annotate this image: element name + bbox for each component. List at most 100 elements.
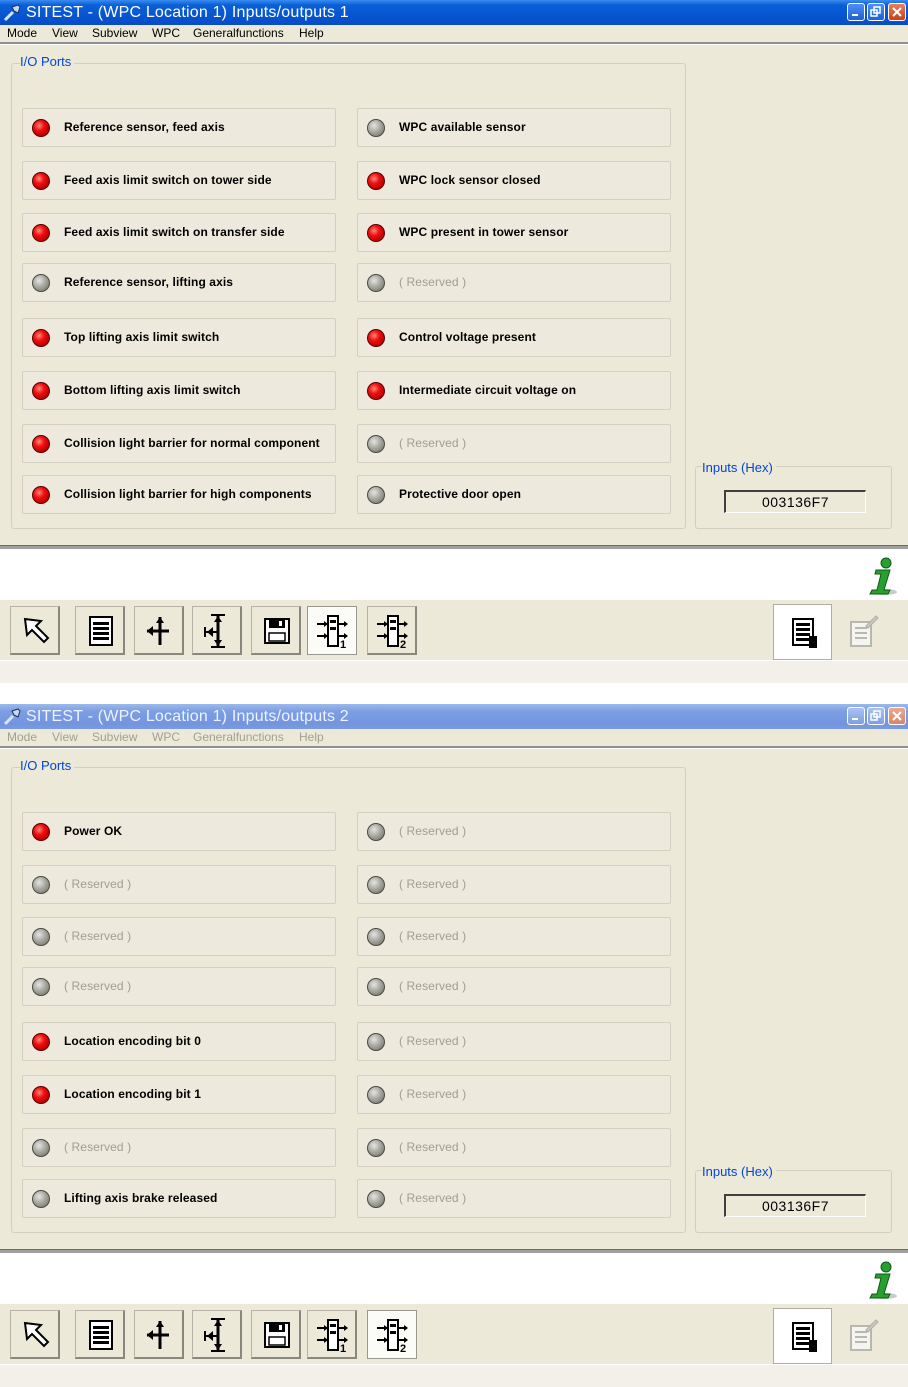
io-port-label: Location encoding bit 0 (64, 1034, 201, 1048)
toolbar-button-2[interactable] (75, 1310, 125, 1359)
close-button[interactable] (888, 3, 906, 21)
menu-item-subview[interactable]: Subview (92, 25, 137, 41)
toolbar-button-3[interactable] (134, 606, 184, 655)
status-led-icon (32, 172, 50, 190)
inputs-hex-label: Inputs (Hex) (702, 460, 776, 476)
io-port-row: ( Reserved ) (357, 1075, 671, 1114)
status-led-icon (32, 224, 50, 242)
title-bar[interactable]: SITEST - (WPC Location 1) Inputs/outputs… (0, 0, 908, 25)
io-port-label: Lifting axis brake released (64, 1191, 218, 1205)
notes-button[interactable] (848, 612, 880, 650)
io-port-label: Feed axis limit switch on transfer side (64, 225, 285, 239)
io-port-row: Bottom lifting axis limit switch (22, 371, 336, 410)
io-port-label: ( Reserved ) (64, 929, 132, 943)
io-port-label: Power OK (64, 824, 123, 838)
restore-button[interactable] (867, 707, 885, 725)
menu-item-help[interactable]: Help (299, 25, 324, 41)
toolbar-button-7[interactable]: 2 (367, 1310, 417, 1359)
close-button[interactable] (888, 707, 906, 725)
toolbar-button-2[interactable] (75, 606, 125, 655)
status-led-icon (367, 172, 385, 190)
menu-item-wpc[interactable]: WPC (152, 729, 180, 745)
status-led-icon (367, 928, 385, 946)
report-button[interactable] (773, 1308, 832, 1364)
io-port-row: ( Reserved ) (22, 917, 336, 956)
io-port-label: Protective door open (399, 487, 522, 501)
minimize-button[interactable] (847, 3, 865, 21)
menu-item-help[interactable]: Help (299, 729, 324, 745)
window-title: SITEST - (WPC Location 1) Inputs/outputs… (26, 708, 349, 725)
io-port-row: ( Reserved ) (22, 1128, 336, 1167)
info-icon[interactable] (862, 1260, 900, 1302)
notes-button[interactable] (848, 1316, 880, 1354)
toolbar-button-5[interactable] (251, 1310, 301, 1359)
toolbar-button-1[interactable] (10, 606, 60, 655)
io-port-label: Bottom lifting axis limit switch (64, 383, 241, 397)
status-strip (0, 1364, 908, 1387)
info-band (0, 550, 908, 600)
io-port-row: ( Reserved ) (357, 424, 671, 463)
app-window-1: SITEST - (WPC Location 1) Inputs/outputs… (0, 0, 908, 683)
toolbar-button-4[interactable] (192, 1310, 242, 1359)
toolbar-button-6[interactable]: 1 (307, 1310, 357, 1359)
menu-item-view[interactable]: View (52, 25, 78, 41)
io-port-label: ( Reserved ) (399, 436, 467, 450)
toolbar-button-6[interactable]: 1 (307, 606, 357, 655)
app-wrench-icon (3, 4, 21, 22)
io-port-label: ( Reserved ) (399, 929, 467, 943)
io-port-row: ( Reserved ) (357, 1128, 671, 1167)
io-port-row: Collision light barrier for normal compo… (22, 424, 336, 463)
io-port-label: Location encoding bit 1 (64, 1087, 201, 1101)
io-port-label: Control voltage present (399, 330, 536, 344)
io-port-row: Location encoding bit 0 (22, 1022, 336, 1061)
info-icon[interactable] (862, 556, 900, 598)
menu-item-generalfunctions[interactable]: Generalfunctions (193, 25, 284, 41)
toolbar-button-4[interactable] (192, 606, 242, 655)
svg-text:1: 1 (340, 1343, 346, 1355)
notes-disabled-icon (848, 615, 880, 653)
io-port-label: ( Reserved ) (399, 877, 467, 891)
minimize-button[interactable] (847, 707, 865, 725)
io-port-label: ( Reserved ) (64, 877, 132, 891)
status-led-icon (367, 119, 385, 137)
notes-disabled-icon (848, 1319, 880, 1357)
toolbar-button-5[interactable] (251, 606, 301, 655)
toolbar-button-7[interactable]: 2 (367, 606, 417, 655)
io-port-row: Lifting axis brake released (22, 1179, 336, 1218)
menu-item-wpc[interactable]: WPC (152, 25, 180, 41)
menu-item-mode[interactable]: Mode (7, 25, 37, 41)
io-port-row: Reference sensor, feed axis (22, 108, 336, 147)
io-port-label: Top lifting axis limit switch (64, 330, 220, 344)
status-led-icon (367, 224, 385, 242)
menu-item-view[interactable]: View (52, 729, 78, 745)
io-port-row: ( Reserved ) (357, 1179, 671, 1218)
io-port-row: WPC present in tower sensor (357, 213, 671, 252)
status-led-icon (367, 435, 385, 453)
menu-item-mode[interactable]: Mode (7, 729, 37, 745)
restore-icon (870, 710, 881, 721)
status-led-icon (32, 1086, 50, 1104)
title-bar[interactable]: SITEST - (WPC Location 1) Inputs/outputs… (0, 704, 908, 729)
svg-text:2: 2 (400, 639, 406, 651)
report-button[interactable] (773, 604, 832, 660)
io-port-row: Location encoding bit 1 (22, 1075, 336, 1114)
status-led-icon (367, 1033, 385, 1051)
restore-icon (870, 6, 881, 17)
toolbar-button-3[interactable] (134, 1310, 184, 1359)
close-icon (892, 711, 902, 721)
status-led-icon (32, 1190, 50, 1208)
restore-button[interactable] (867, 3, 885, 21)
toolbar-button-1[interactable] (10, 1310, 60, 1359)
menu-item-subview[interactable]: Subview (92, 729, 137, 745)
status-led-icon (367, 486, 385, 504)
io-port-label: ( Reserved ) (399, 1087, 467, 1101)
menu-bar: Mode View Subview WPC Generalfunctions Help (0, 25, 908, 42)
menu-item-generalfunctions[interactable]: Generalfunctions (193, 729, 284, 745)
status-led-icon (367, 876, 385, 894)
status-led-icon (367, 1139, 385, 1157)
io-ports-label: I/O Ports (20, 758, 75, 774)
io-port-label: ( Reserved ) (399, 1191, 467, 1205)
status-led-icon (32, 486, 50, 504)
status-led-icon (32, 435, 50, 453)
menu-separator (0, 746, 908, 749)
